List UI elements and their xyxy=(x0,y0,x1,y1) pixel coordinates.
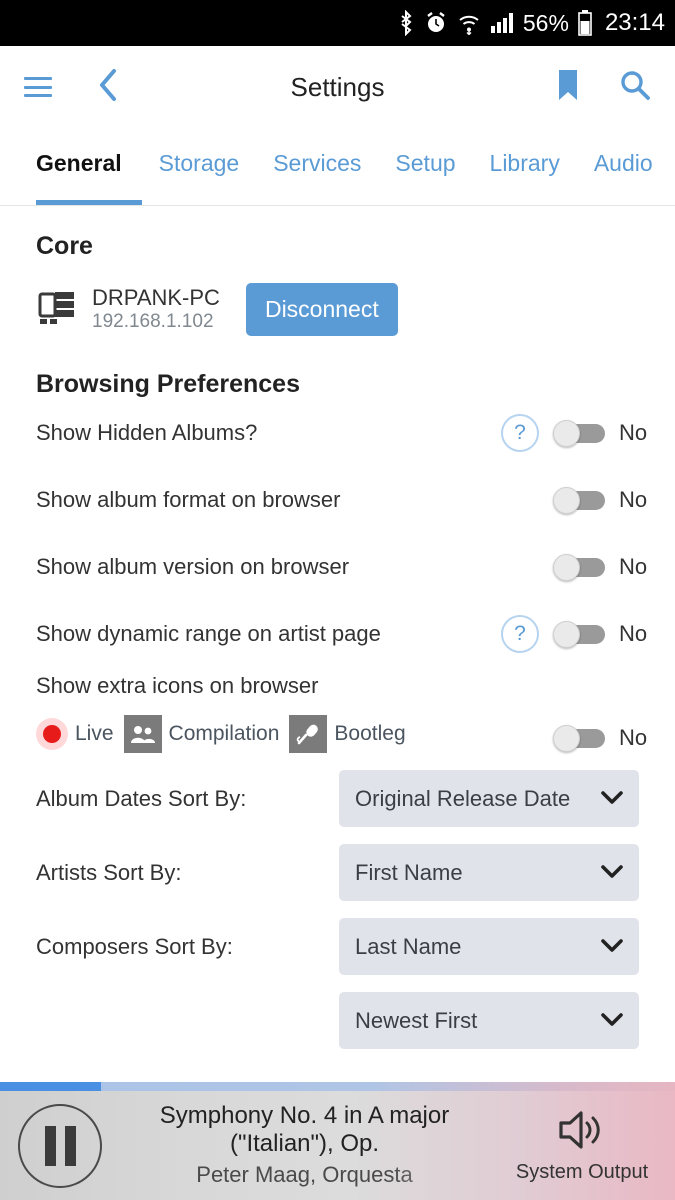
chevron-down-icon xyxy=(601,1009,623,1033)
cellular-signal-icon xyxy=(490,12,514,34)
track-artist: Peter Maag, Orquesta xyxy=(110,1161,499,1190)
chevron-down-icon xyxy=(601,935,623,959)
live-record-icon xyxy=(36,718,68,750)
tab-library[interactable]: Library xyxy=(473,150,577,206)
playback-progress-bar[interactable] xyxy=(0,1082,675,1091)
help-icon-spacer xyxy=(501,548,539,586)
preference-row: Show Hidden Albums?? No xyxy=(0,399,675,466)
sort-select-label: Composers Sort By: xyxy=(36,934,339,960)
sort-select-value: Last Name xyxy=(355,934,601,960)
settings-content[interactable]: Core DRPANK-PC 192.168.1.102 Disconnect … xyxy=(0,206,675,1082)
sort-select[interactable]: Newest First xyxy=(339,992,639,1049)
core-device-name: DRPANK-PC xyxy=(92,285,220,310)
battery-icon xyxy=(578,10,592,36)
preference-toggle[interactable] xyxy=(553,554,605,580)
toggle-extra-icons[interactable] xyxy=(553,725,605,751)
preference-toggle-value: No xyxy=(619,554,651,580)
preference-toggle[interactable] xyxy=(553,621,605,647)
sort-select-label: Album Dates Sort By: xyxy=(36,786,339,812)
preference-toggle-value: No xyxy=(619,420,651,446)
status-bar: 56% 23:14 xyxy=(0,0,675,46)
hamburger-menu-icon[interactable] xyxy=(24,77,52,97)
help-icon[interactable]: ? xyxy=(501,615,539,653)
now-playing-bar: Symphony No. 4 in A major ("Italian"), O… xyxy=(0,1082,675,1200)
tab-general[interactable]: General xyxy=(36,150,142,206)
preference-toggle[interactable] xyxy=(553,487,605,513)
sort-select-value: Newest First xyxy=(355,1008,601,1034)
wifi-icon xyxy=(457,11,481,35)
tab-setup[interactable]: Setup xyxy=(378,150,472,206)
extra-icons-row: Show extra icons on browser Live Compila… xyxy=(0,667,675,753)
sort-select[interactable]: Last Name xyxy=(339,918,639,975)
chevron-down-icon xyxy=(601,861,623,885)
chip-compilation-label: Compilation xyxy=(169,722,280,746)
bootleg-microphone-icon xyxy=(289,715,327,753)
extra-icons-chips: Live Compilation Bootleg xyxy=(36,715,553,753)
preference-label: Show album version on browser xyxy=(36,554,501,580)
search-icon[interactable] xyxy=(619,69,651,106)
chip-bootleg-label: Bootleg xyxy=(334,722,405,746)
core-device-ip: 192.168.1.102 xyxy=(92,310,220,334)
help-icon[interactable]: ? xyxy=(501,414,539,452)
help-icon-spacer xyxy=(501,481,539,519)
pause-button[interactable] xyxy=(18,1104,102,1188)
sort-select[interactable]: First Name xyxy=(339,844,639,901)
tab-audio[interactable]: Audio xyxy=(577,150,670,206)
track-title: Symphony No. 4 in A major ("Italian"), O… xyxy=(110,1102,499,1159)
preference-row: Show album format on browser No xyxy=(0,466,675,533)
track-info[interactable]: Symphony No. 4 in A major ("Italian"), O… xyxy=(102,1102,507,1189)
chip-live-label: Live xyxy=(75,722,114,746)
chevron-down-icon xyxy=(601,787,623,811)
server-computer-icon xyxy=(36,286,78,333)
sort-select-row: Newest First xyxy=(0,975,675,1049)
audio-output-label: System Output xyxy=(516,1161,648,1184)
chip-compilation[interactable]: Compilation xyxy=(124,715,280,753)
bluetooth-icon xyxy=(397,10,415,36)
preference-toggle[interactable] xyxy=(553,420,605,446)
tab-bar: GeneralStorageServicesSetupLibraryAudioB… xyxy=(0,128,675,206)
preference-label: Show dynamic range on artist page xyxy=(36,621,501,647)
tab-services[interactable]: Services xyxy=(256,150,378,206)
battery-percent-label: 56% xyxy=(523,10,569,37)
browsing-section-title: Browsing Preferences xyxy=(0,336,675,399)
sort-select-label: Artists Sort By: xyxy=(36,860,339,886)
preference-label: Show Hidden Albums? xyxy=(36,420,501,446)
sort-select-value: Original Release Date xyxy=(355,786,601,812)
preference-toggle-value: No xyxy=(619,487,651,513)
preference-label: Show album format on browser xyxy=(36,487,501,513)
core-section-title: Core xyxy=(0,206,675,261)
sort-select-row: Composers Sort By: Last Name xyxy=(0,901,675,975)
speaker-volume-icon xyxy=(557,1108,607,1157)
extra-icons-label: Show extra icons on browser xyxy=(36,673,553,699)
preference-toggle-value: No xyxy=(619,621,651,647)
browsing-preference-rows: Show Hidden Albums??NoShow album format … xyxy=(0,399,675,667)
chip-bootleg[interactable]: Bootleg xyxy=(289,715,405,753)
app-bar: Settings xyxy=(0,46,675,128)
toggle-extra-icons-value: No xyxy=(619,725,651,751)
disconnect-button[interactable]: Disconnect xyxy=(246,283,398,336)
preference-row: Show album version on browser No xyxy=(0,533,675,600)
core-device-row: DRPANK-PC 192.168.1.102 Disconnect xyxy=(0,261,675,336)
sort-select-row: Artists Sort By: First Name xyxy=(0,827,675,901)
bookmark-icon[interactable] xyxy=(557,69,579,106)
sort-select[interactable]: Original Release Date xyxy=(339,770,639,827)
back-chevron-icon[interactable] xyxy=(96,68,120,107)
tab-ba[interactable]: Ba xyxy=(670,150,675,206)
sort-select-value: First Name xyxy=(355,860,601,886)
compilation-people-icon xyxy=(124,715,162,753)
audio-output-button[interactable]: System Output xyxy=(507,1108,657,1184)
preference-row: Show dynamic range on artist page? No xyxy=(0,600,675,667)
settings-screen: 56% 23:14 Settings GeneralStorageService… xyxy=(0,0,675,1200)
sort-select-rows: Album Dates Sort By: Original Release Dat… xyxy=(0,753,675,1049)
tab-storage[interactable]: Storage xyxy=(142,150,257,206)
alarm-icon xyxy=(424,11,448,35)
chip-live[interactable]: Live xyxy=(36,718,114,750)
clock-label: 23:14 xyxy=(605,9,665,37)
sort-select-row: Album Dates Sort By: Original Release Dat… xyxy=(0,753,675,827)
